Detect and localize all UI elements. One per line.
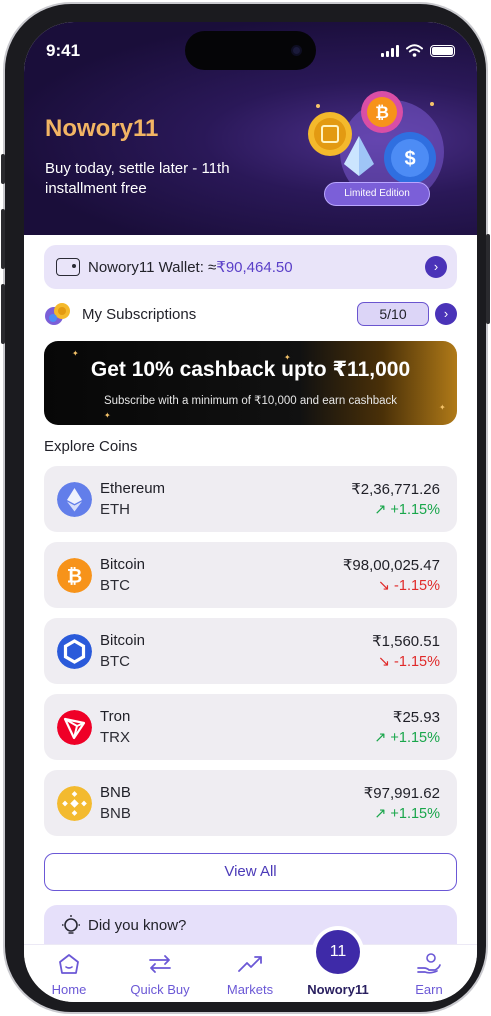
coin-row[interactable]: Ethereum ETH ₹2,36,771.26 ↗ +1.15% xyxy=(44,466,457,532)
lightbulb-icon xyxy=(62,915,80,934)
explore-coins-title: Explore Coins xyxy=(44,438,138,455)
wallet-icon xyxy=(56,258,80,276)
coin-change: ↘ -1.15% xyxy=(377,578,440,594)
tab-markets-label: Markets xyxy=(226,982,274,997)
earn-hand-icon xyxy=(417,953,441,974)
hero-banner: 9:41 Nowory11 Buy today, settle later - … xyxy=(24,22,477,235)
tab-earn-label: Earn xyxy=(415,982,443,997)
app-screen: 9:41 Nowory11 Buy today, settle later - … xyxy=(24,22,477,1002)
trend-up-icon xyxy=(238,956,262,972)
subscriptions-count: 5/10 xyxy=(357,302,429,326)
coin-name: Ethereum xyxy=(100,480,166,497)
svg-text:₿: ₿ xyxy=(375,103,389,122)
promo-subtitle: Subscribe with a minimum of ₹10,000 and … xyxy=(103,395,398,407)
tab-earn[interactable]: Earn xyxy=(384,945,474,1002)
trend-up-icon: ↗ xyxy=(374,730,391,746)
wallet-amount: ₹90,464.50 xyxy=(216,259,293,276)
status-icons xyxy=(381,44,455,57)
coin-change: ↗ +1.15% xyxy=(374,502,440,518)
nowory11-center-button[interactable]: 11 xyxy=(316,930,360,974)
bitcoin-icon: ₿ xyxy=(57,557,92,593)
mute-switch xyxy=(1,154,5,184)
coin-row[interactable]: Bitcoin BTC ₹1,560.51 ↘ -1.15% xyxy=(44,618,457,684)
coin-row[interactable]: Tron TRX ₹25.93 ↗ +1.15% xyxy=(44,694,457,760)
subscriptions-label: My Subscriptions xyxy=(82,305,197,323)
coin-symbol: TRX xyxy=(100,729,130,746)
ethereum-icon xyxy=(57,481,92,517)
coin-row[interactable]: ₿ Bitcoin BTC ₹98,00,025.47 ↘ -1.15% xyxy=(44,542,457,608)
coin-change: ↗ +1.15% xyxy=(374,806,440,822)
trend-up-icon: ↗ xyxy=(374,806,391,822)
coin-row[interactable]: BNB BNB ₹97,991.62 ↗ +1.15% xyxy=(44,770,457,836)
trend-up-icon: ↗ xyxy=(374,502,391,518)
coin-symbol: BNB xyxy=(100,805,131,822)
tab-home[interactable]: Home xyxy=(24,945,114,1002)
brand-tagline: Buy today, settle later - 11th installme… xyxy=(45,160,230,197)
subscriptions-coins-icon xyxy=(45,303,70,325)
limited-edition-badge[interactable]: Limited Edition xyxy=(324,182,430,206)
coin-change: ↗ +1.15% xyxy=(374,730,440,746)
status-time: 9:41 xyxy=(46,41,81,60)
subscriptions-arrow-button[interactable]: › xyxy=(435,303,457,325)
cellular-signal-icon xyxy=(381,44,399,57)
subscriptions-row[interactable]: My Subscriptions 5/10 › xyxy=(44,300,457,328)
did-you-know-label: Did you know? xyxy=(88,917,187,934)
wallet-label: Nowory11 Wallet: ≈ xyxy=(88,259,217,276)
tab-markets[interactable]: Markets xyxy=(205,945,295,1002)
brand-title: Nowory11 xyxy=(45,115,159,142)
power-button xyxy=(486,234,490,324)
sparkle-icon: ✦ xyxy=(104,411,111,420)
volume-up-button xyxy=(1,209,5,269)
bnb-icon xyxy=(57,785,92,821)
promo-title: Get 10% cashback upto ₹11,000 xyxy=(90,358,411,381)
coin-name: BNB xyxy=(100,784,131,801)
dynamic-island xyxy=(185,31,316,70)
coin-name: Tron xyxy=(100,708,131,725)
coin-price: ₹25.93 xyxy=(392,709,440,726)
cashback-promo-banner[interactable]: ✦ ✦ ✦ ✦ Get 10% cashback upto ₹11,000 Su… xyxy=(44,341,457,425)
home-icon xyxy=(59,954,79,974)
coin-price: ₹2,36,771.26 xyxy=(351,481,440,498)
phone-frame: 9:41 Nowory11 Buy today, settle later - … xyxy=(1,2,490,1014)
tab-quick-buy-label: Quick Buy xyxy=(130,982,190,997)
volume-down-button xyxy=(1,284,5,344)
coin-symbol: ETH xyxy=(100,501,130,518)
coin-change: ↘ -1.15% xyxy=(377,654,440,670)
wallet-bar[interactable]: Nowory11 Wallet: ≈₹90,464.50 › xyxy=(44,245,457,289)
camera-icon xyxy=(291,45,302,56)
tron-icon xyxy=(57,709,92,745)
bottom-tab-bar: Home Quick Buy Markets Nowory11 Earn xyxy=(24,944,477,1002)
coin-price: ₹97,991.62 xyxy=(363,785,440,802)
trend-down-icon: ↘ xyxy=(377,654,395,670)
wifi-icon xyxy=(406,44,423,57)
wallet-text: Nowory11 Wallet: ≈₹90,464.50 xyxy=(88,258,425,276)
coin-name: Bitcoin xyxy=(100,556,146,573)
wallet-arrow-button[interactable]: › xyxy=(425,256,447,278)
coin-symbol: BTC xyxy=(100,577,130,594)
svg-text:₿: ₿ xyxy=(67,566,82,587)
battery-icon xyxy=(430,44,455,57)
chainlink-icon xyxy=(57,633,92,669)
trend-down-icon: ↘ xyxy=(377,578,395,594)
tab-nowory11-label: Nowory11 xyxy=(307,982,369,997)
tab-home-label: Home xyxy=(51,982,87,997)
tab-quick-buy[interactable]: Quick Buy xyxy=(115,945,205,1002)
view-all-button[interactable]: View All xyxy=(44,853,457,891)
coin-price: ₹98,00,025.47 xyxy=(342,557,440,574)
coin-symbol: BTC xyxy=(100,653,130,670)
svg-text:$: $ xyxy=(404,148,415,170)
coin-name: Bitcoin xyxy=(100,632,146,649)
coin-price: ₹1,560.51 xyxy=(372,633,440,650)
swap-arrows-icon xyxy=(149,955,171,973)
